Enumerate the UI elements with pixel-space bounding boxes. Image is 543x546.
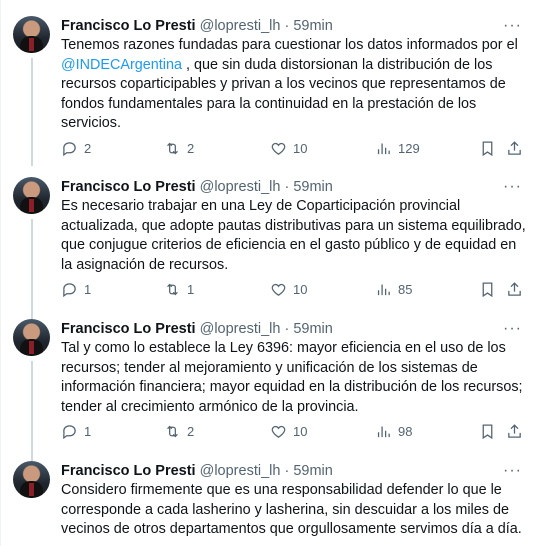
retweet-button[interactable]: 1 (164, 279, 194, 299)
more-options-icon[interactable]: ··· (503, 461, 522, 481)
author-handle[interactable]: @lopresti_lh (200, 18, 281, 34)
tweet-text: Tal y como lo establece la Ley 6396: may… (61, 340, 523, 415)
tweet-4[interactable]: Francisco Lo Presti @lopresti_lh · 59min… (1, 461, 543, 546)
author-name[interactable]: Francisco Lo Presti (61, 18, 196, 34)
like-count: 10 (293, 423, 308, 439)
like-button[interactable]: 10 (270, 421, 307, 441)
tweet-3[interactable]: Francisco Lo Presti @lopresti_lh · 59min… (1, 319, 543, 461)
views-icon (377, 143, 390, 154)
timestamp[interactable]: 59min (293, 321, 333, 337)
retweet-button[interactable]: 2 (164, 421, 194, 441)
heart-icon (271, 283, 286, 296)
tweet-text: Es necesario trabajar en una Ley de Copa… (61, 198, 526, 273)
views-count: 129 (398, 140, 420, 156)
reply-icon (63, 141, 76, 156)
share-icon (508, 140, 521, 155)
author-name[interactable]: Francisco Lo Presti (61, 179, 196, 195)
avatar[interactable] (13, 177, 50, 214)
reply-icon (63, 424, 76, 439)
reply-count: 1 (84, 281, 92, 297)
author-handle[interactable]: @lopresti_lh (200, 321, 281, 337)
separator-dot: · (284, 321, 290, 337)
tweet-text-part: Tenemos razones fundadas para cuestionar… (61, 37, 518, 53)
author-handle[interactable]: @lopresti_lh (200, 463, 281, 479)
like-count: 10 (293, 140, 308, 156)
tweet-header: Francisco Lo Presti @lopresti_lh · 59min (61, 461, 333, 481)
tweet-thread: Francisco Lo Presti @lopresti_lh · 59min… (0, 0, 543, 546)
more-options-icon[interactable]: ··· (503, 177, 522, 197)
retweet-count: 2 (187, 140, 195, 156)
timestamp[interactable]: 59min (293, 463, 333, 479)
timestamp[interactable]: 59min (293, 179, 333, 195)
author-name[interactable]: Francisco Lo Presti (61, 321, 196, 337)
tweet-1[interactable]: Francisco Lo Presti @lopresti_lh · 59min… (1, 16, 543, 166)
mention-link[interactable]: @INDECArgentina (61, 57, 182, 73)
more-options-icon[interactable]: ··· (503, 319, 522, 339)
share-icon (508, 423, 521, 438)
thread-connector-line (31, 58, 33, 166)
thread-connector-line (31, 219, 33, 319)
separator-dot: · (284, 179, 290, 195)
bookmark-button[interactable] (479, 421, 496, 441)
views-button[interactable]: 98 (375, 421, 412, 441)
avatar[interactable] (13, 16, 50, 53)
more-options-icon[interactable]: ··· (503, 16, 522, 36)
reply-icon (63, 282, 76, 297)
reply-button[interactable]: 2 (61, 138, 91, 158)
author-name[interactable]: Francisco Lo Presti (61, 463, 196, 479)
tweet-header: Francisco Lo Presti @lopresti_lh · 59min (61, 16, 333, 36)
heart-icon (271, 425, 286, 438)
bookmark-icon (482, 281, 493, 297)
retweet-count: 1 (187, 281, 195, 297)
reply-button[interactable]: 1 (61, 421, 91, 441)
share-button[interactable] (506, 421, 523, 441)
tweet-actions: 2 2 10 129 (61, 138, 531, 158)
reply-count: 1 (84, 423, 92, 439)
bookmark-icon (482, 423, 493, 439)
views-button[interactable]: 129 (375, 138, 420, 158)
bookmark-icon (482, 140, 493, 156)
like-button[interactable]: 10 (270, 279, 307, 299)
retweet-icon (167, 142, 178, 154)
thread-connector-line (31, 361, 33, 461)
timestamp[interactable]: 59min (293, 18, 333, 34)
like-button[interactable]: 10 (270, 138, 307, 158)
tweet-text: Tenemos razones fundadas para cuestionar… (61, 36, 526, 134)
views-count: 98 (398, 423, 413, 439)
avatar[interactable] (13, 461, 50, 498)
share-icon (508, 281, 521, 296)
views-icon (377, 426, 390, 437)
author-handle[interactable]: @lopresti_lh (200, 179, 281, 195)
avatar[interactable] (13, 319, 50, 356)
retweet-icon (167, 425, 178, 437)
heart-icon (271, 142, 286, 155)
bookmark-button[interactable] (479, 138, 496, 158)
tweet-actions: 1 2 10 98 (61, 421, 531, 441)
views-button[interactable]: 85 (375, 279, 412, 299)
tweet-actions: 1 1 10 85 (61, 279, 531, 299)
reply-button[interactable]: 1 (61, 279, 91, 299)
retweet-icon (167, 283, 178, 295)
separator-dot: · (284, 18, 290, 34)
views-icon (377, 284, 390, 295)
retweet-count: 2 (187, 423, 195, 439)
views-count: 85 (398, 281, 413, 297)
share-button[interactable] (506, 138, 523, 158)
tweet-2[interactable]: Francisco Lo Presti @lopresti_lh · 59min… (1, 177, 543, 319)
reply-count: 2 (84, 140, 92, 156)
retweet-button[interactable]: 2 (164, 138, 194, 158)
share-button[interactable] (506, 279, 523, 299)
like-count: 10 (293, 281, 308, 297)
bookmark-button[interactable] (479, 279, 496, 299)
tweet-header: Francisco Lo Presti @lopresti_lh · 59min (61, 319, 333, 339)
tweet-header: Francisco Lo Presti @lopresti_lh · 59min (61, 177, 333, 197)
separator-dot: · (284, 463, 290, 479)
tweet-text: Considero firmemente que es una responsa… (61, 482, 522, 538)
